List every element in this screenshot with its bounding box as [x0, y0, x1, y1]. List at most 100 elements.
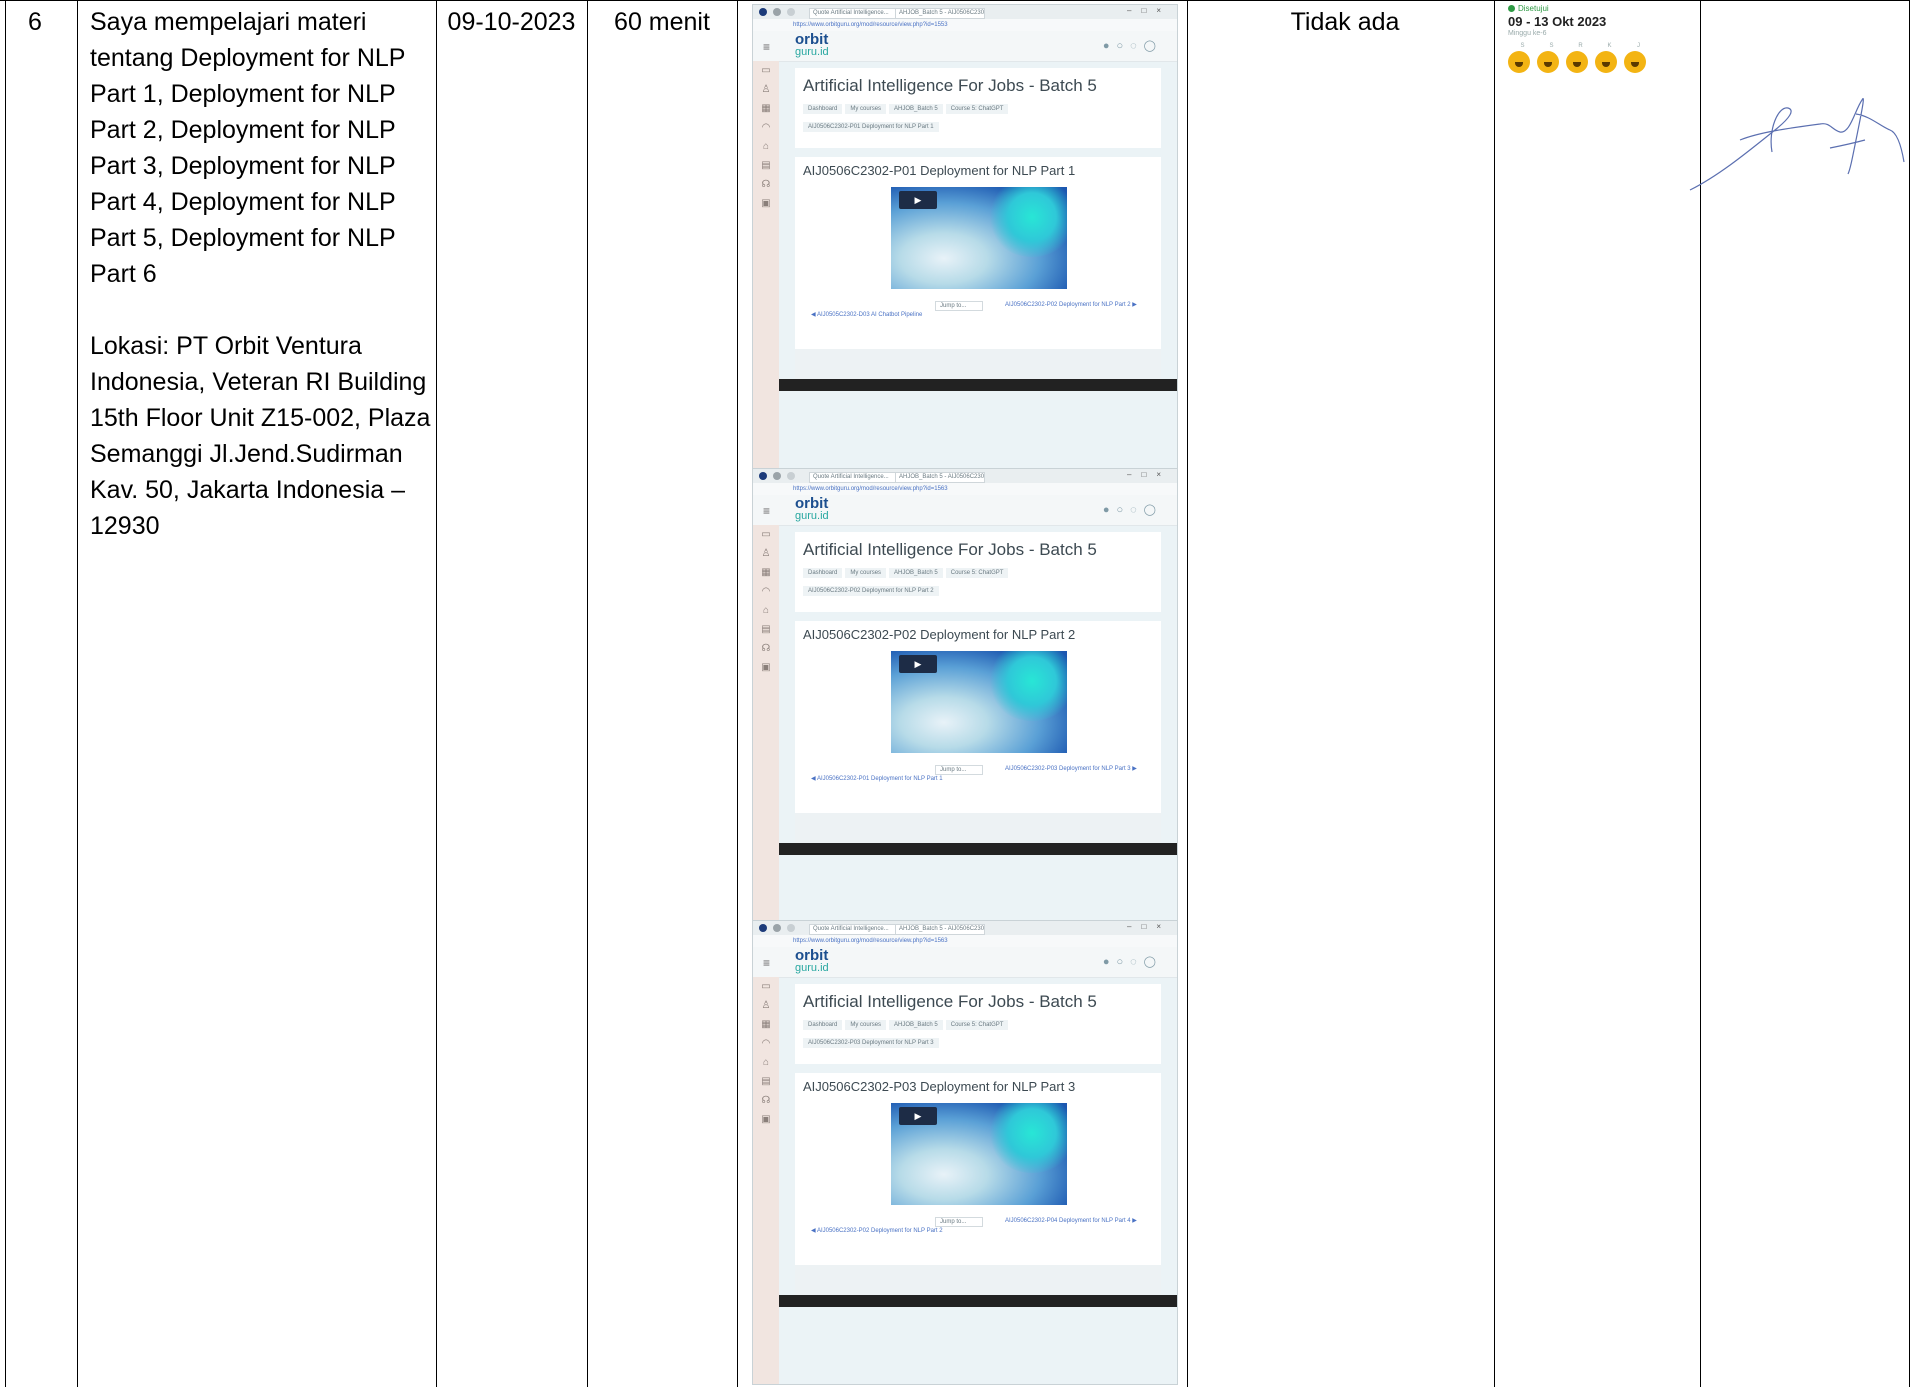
video-thumbnail [987, 651, 1067, 721]
home-icon: ⌂ [762, 605, 770, 616]
box-icon: ▣ [761, 198, 771, 209]
side-drawer: ▭ ♙ ▦ ◠ ⌂ ▤ ☊ ▣ [753, 977, 779, 1384]
video-title: AIJ0506C2302-P01 Deployment for NLP Part… [803, 163, 1076, 178]
site-header: ≡ orbit guru.id ●○◌◯ [753, 495, 1177, 526]
footer-bar [779, 379, 1177, 391]
column-divider [1700, 0, 1701, 1387]
evidence-screenshot: Quote Artificial Intelligence... AHJOB_B… [752, 4, 1178, 470]
video-card: AIJ0506C2302-P03 Deployment for NLP Part… [795, 1073, 1161, 1265]
crumb: Dashboard [803, 104, 843, 114]
play-icon: ▶ [899, 655, 937, 673]
activity-problem: Tidak ada [1290, 8, 1400, 36]
breadcrumb: Dashboard My courses AHJOB_Batch 5 Course 5… [803, 568, 1011, 578]
url-text: https://www.orbitguru.org/mod/resource/v… [793, 486, 948, 492]
column-divider [1187, 0, 1188, 1387]
header-icons: ●○◌◯ [1102, 504, 1163, 516]
tab-actions-icon [787, 472, 795, 480]
nav-icon: ◠ [761, 586, 771, 597]
activity-description: Saya mempelajari materi tentang Deployme… [90, 4, 435, 544]
video-thumbnail [987, 1103, 1067, 1173]
site-logo: orbit [795, 947, 829, 964]
home-icon: ⌂ [762, 141, 770, 152]
activity-location: Lokasi: PT Orbit Ventura Indonesia, Vete… [90, 332, 431, 540]
prev-activity-link: ◀ AIJ0506C2302-P01 Deployment for NLP Pa… [811, 776, 943, 782]
box-icon: ▣ [761, 662, 771, 673]
header-icons: ●○◌◯ [1102, 956, 1163, 968]
footer-pattern [795, 349, 1161, 379]
column-divider [587, 0, 588, 1387]
users-icon: ☊ [761, 1095, 771, 1106]
files-icon: ▤ [761, 160, 771, 171]
crumb-current: AIJ0506C2302-P03 Deployment for NLP Part… [803, 1038, 939, 1048]
activity-duration: 60 menit [614, 8, 710, 36]
table-border-top [0, 0, 1910, 1]
site-logo-sub: guru.id [795, 46, 829, 58]
day-label: S [1520, 43, 1525, 49]
next-activity-link: AIJ0506C2302-P03 Deployment for NLP Part… [1005, 766, 1137, 772]
crumb: Course 5: ChatGPT [945, 104, 1009, 114]
row-number: 6 [28, 8, 42, 36]
footer-pattern [795, 813, 1161, 843]
browser-tabbar: Quote Artificial Intelligence... AHJOB_B… [753, 921, 1177, 935]
crumb: AHJOB_Batch 5 [889, 104, 943, 114]
course-title: Artificial Intelligence For Jobs - Batch… [803, 992, 1097, 1011]
column-divider [1494, 0, 1495, 1387]
prev-activity-link: ◀ AIJ0506C2302-P02 Deployment for NLP Pa… [811, 1228, 943, 1234]
next-activity-link: AIJ0506C2302-P04 Deployment for NLP Part… [1005, 1218, 1137, 1224]
site-logo: orbit [795, 495, 829, 512]
calendar-icon: ▦ [761, 1019, 771, 1030]
window-controls: –□× [1127, 6, 1171, 15]
users-icon: ☊ [761, 179, 771, 190]
crumb-current: AIJ0506C2302-P01 Deployment for NLP Part… [803, 122, 939, 132]
profile-icon [759, 8, 767, 16]
happy-face-icon [1537, 51, 1559, 73]
browser-tab: Quote Artificial Intelligence... [809, 8, 899, 19]
video-thumbnail [987, 187, 1067, 257]
week-number: Minggu ke-6 [1508, 30, 1547, 37]
evidence-screenshot: Quote Artificial Intelligence... AHJOB_B… [752, 920, 1178, 1385]
calendar-icon: ▦ [761, 567, 771, 578]
crumb: Dashboard [803, 1020, 843, 1030]
happy-face-icon [1508, 51, 1530, 73]
site-header: ≡ orbit guru.id ●○◌◯ [753, 947, 1177, 978]
play-icon: ▶ [899, 191, 937, 209]
jump-select: Jump to... [935, 765, 984, 775]
files-icon: ▤ [761, 1076, 771, 1087]
hamburger-icon: ≡ [763, 956, 771, 970]
column-divider [436, 0, 437, 1387]
browser-tab-active: AHJOB_Batch 5 - AIJ0506C2302... [895, 472, 985, 483]
address-bar: https://www.orbitguru.org/mod/resource/v… [753, 483, 1177, 495]
tab-actions-icon [787, 924, 795, 932]
signature-image [1689, 98, 1905, 191]
browser-tab-active: AHJOB_Batch 5 - AIJ0506C2302... [895, 8, 985, 19]
approval-status-label: Disetujui [1518, 4, 1549, 13]
course-header-card: Artificial Intelligence For Jobs - Batch… [795, 984, 1161, 1064]
video-title: AIJ0506C2302-P02 Deployment for NLP Part… [803, 627, 1076, 642]
course-title: Artificial Intelligence For Jobs - Batch… [803, 76, 1097, 95]
happy-face-icon [1595, 51, 1617, 73]
box-icon: ▣ [761, 1114, 771, 1125]
tab-actions-icon [787, 8, 795, 16]
site-logo-sub: guru.id [795, 962, 829, 974]
week-range: 09 - 13 Okt 2023 [1508, 14, 1607, 29]
video-card: AIJ0506C2302-P02 Deployment for NLP Part… [795, 621, 1161, 813]
check-icon [1508, 5, 1515, 13]
footer-bar [779, 1295, 1177, 1307]
site-header: ≡ orbit guru.id ●○◌◯ [753, 31, 1177, 62]
nav-icon: ◠ [761, 122, 771, 133]
grade-icon: ♙ [761, 1000, 771, 1011]
browser-tabbar: Quote Artificial Intelligence... AHJOB_B… [753, 5, 1177, 19]
day-labels: SSRKJ [1508, 43, 1688, 49]
jump-select: Jump to... [935, 1217, 984, 1227]
column-divider [737, 0, 738, 1387]
nav-icon: ◠ [761, 1038, 771, 1049]
window-controls: –□× [1127, 922, 1171, 931]
crumb: AHJOB_Batch 5 [889, 568, 943, 578]
crumb: AHJOB_Batch 5 [889, 1020, 943, 1030]
course-title: Artificial Intelligence For Jobs - Batch… [803, 540, 1097, 559]
side-drawer: ▭ ♙ ▦ ◠ ⌂ ▤ ☊ ▣ [753, 61, 779, 469]
day-label: J [1637, 43, 1640, 49]
address-bar: https://www.orbitguru.org/mod/resource/v… [753, 935, 1177, 947]
happy-face-icon [1624, 51, 1646, 73]
hamburger-icon: ≡ [763, 504, 771, 518]
